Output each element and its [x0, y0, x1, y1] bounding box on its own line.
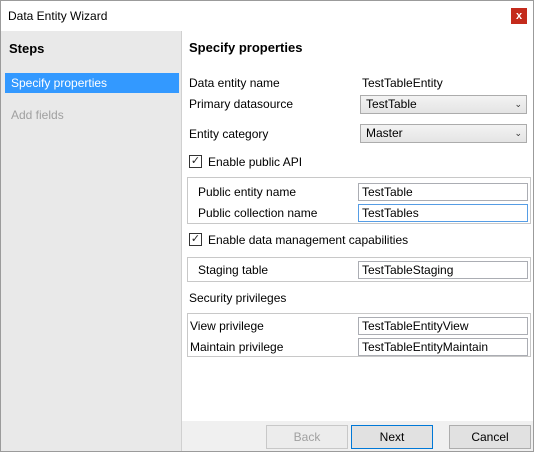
step-specify-properties[interactable]: Specify properties [5, 73, 179, 93]
enable-public-api-label: Enable public API [208, 155, 303, 169]
primary-datasource-select[interactable]: TestTable ⌄ [360, 95, 527, 114]
enable-public-api-checkbox[interactable]: ✓ [189, 155, 202, 168]
wizard-window: Data Entity Wizard x Steps Specify prope… [0, 0, 534, 452]
back-button: Back [266, 425, 348, 449]
entity-category-label: Entity category [189, 127, 269, 141]
public-api-group: Public entity name TestTable Public coll… [187, 177, 531, 224]
footer-bar: Back Next Cancel [182, 421, 533, 451]
enable-data-management-label: Enable data management capabilities [208, 233, 409, 247]
public-entity-name-input[interactable]: TestTable [358, 183, 528, 201]
step-add-fields: Add fields [11, 108, 64, 122]
entity-category-selected: Master [366, 126, 403, 140]
public-entity-name-label: Public entity name [198, 185, 297, 199]
public-collection-name-input[interactable]: TestTables [358, 204, 528, 222]
page-title: Specify properties [189, 40, 303, 55]
chevron-down-icon: ⌄ [514, 99, 522, 109]
maintain-privilege-label: Maintain privilege [190, 340, 284, 354]
staging-group: Staging table TestTableStaging [187, 257, 531, 282]
close-button[interactable]: x [511, 8, 527, 24]
view-privilege-input[interactable]: TestTableEntityView [358, 317, 528, 335]
public-collection-name-label: Public collection name [198, 206, 318, 220]
staging-table-input[interactable]: TestTableStaging [358, 261, 528, 279]
cancel-button[interactable]: Cancel [449, 425, 531, 449]
staging-table-label: Staging table [198, 263, 269, 277]
main-panel: Specify properties Data entity name Test… [182, 31, 533, 421]
chevron-down-icon: ⌄ [514, 128, 522, 138]
primary-datasource-label: Primary datasource [189, 97, 294, 111]
data-entity-name-value: TestTableEntity [362, 76, 443, 90]
next-button[interactable]: Next [351, 425, 433, 449]
sidebar-title: Steps [9, 41, 45, 56]
steps-sidebar: Steps Specify properties Add fields [1, 31, 182, 451]
primary-datasource-selected: TestTable [366, 97, 417, 111]
window-title: Data Entity Wizard [8, 9, 108, 23]
security-group: View privilege TestTableEntityView Maint… [187, 313, 531, 357]
enable-data-management-checkbox[interactable]: ✓ [189, 233, 202, 246]
entity-category-select[interactable]: Master ⌄ [360, 124, 527, 143]
maintain-privilege-input[interactable]: TestTableEntityMaintain [358, 338, 528, 356]
view-privilege-label: View privilege [190, 319, 264, 333]
security-privileges-label: Security privileges [189, 291, 287, 305]
data-entity-name-label: Data entity name [189, 76, 280, 90]
title-bar: Data Entity Wizard x [1, 1, 533, 31]
